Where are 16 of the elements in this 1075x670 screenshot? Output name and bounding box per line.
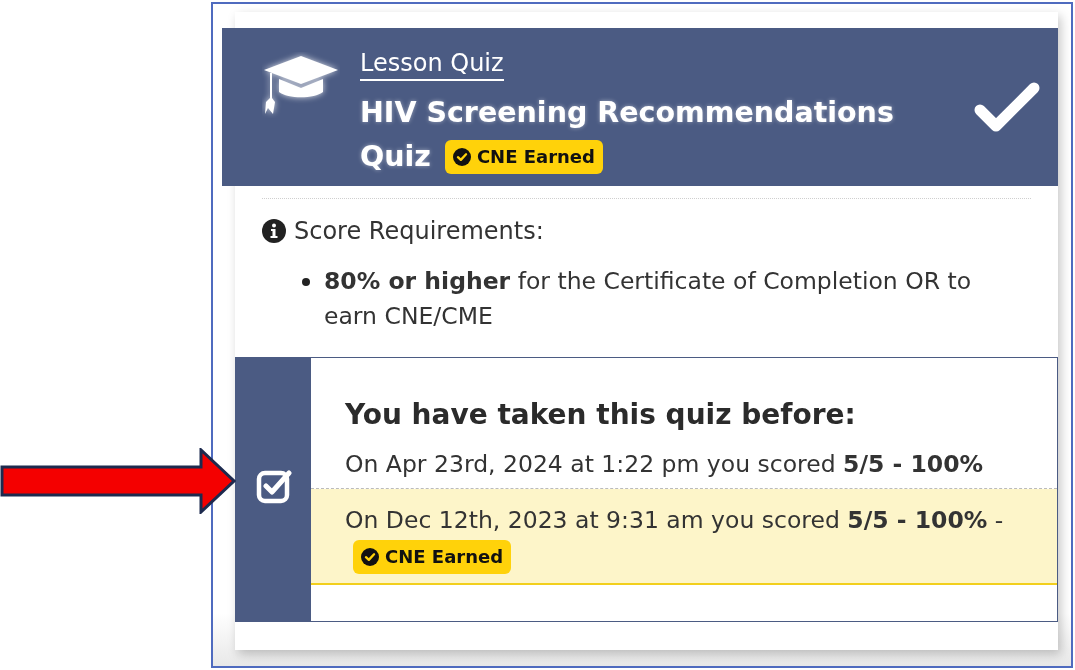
check-circle-icon xyxy=(361,548,379,566)
quiz-title: Quiz xyxy=(360,139,431,175)
check-circle-icon xyxy=(452,148,471,166)
score-requirements-heading: Score Requirements: xyxy=(294,216,544,246)
bullet-icon xyxy=(302,278,310,286)
badge-label: CNE Earned xyxy=(385,545,504,569)
badge-label: CNE Earned xyxy=(476,145,595,169)
lesson-quiz-label: Lesson Quiz xyxy=(360,50,504,81)
checked-box-icon xyxy=(255,467,292,504)
pointer-arrow-icon xyxy=(0,448,236,514)
attempt-text: On Apr 23rd, 2024 at 1:22 pm you scored 5/5 - 100% xyxy=(345,450,984,478)
attempt-text: On Dec 12th, 2023 at 9:31 am you scored 5/5 - 100% - xyxy=(345,506,1004,534)
attempts-heading: You have taken this quiz before: xyxy=(344,397,857,433)
quiz-title: HIV Screening Recommendations xyxy=(360,95,894,131)
info-icon xyxy=(262,219,286,243)
requirement-text: 80% or higher for the Certificate of Completion OR to earn CNE/CME xyxy=(324,266,973,332)
